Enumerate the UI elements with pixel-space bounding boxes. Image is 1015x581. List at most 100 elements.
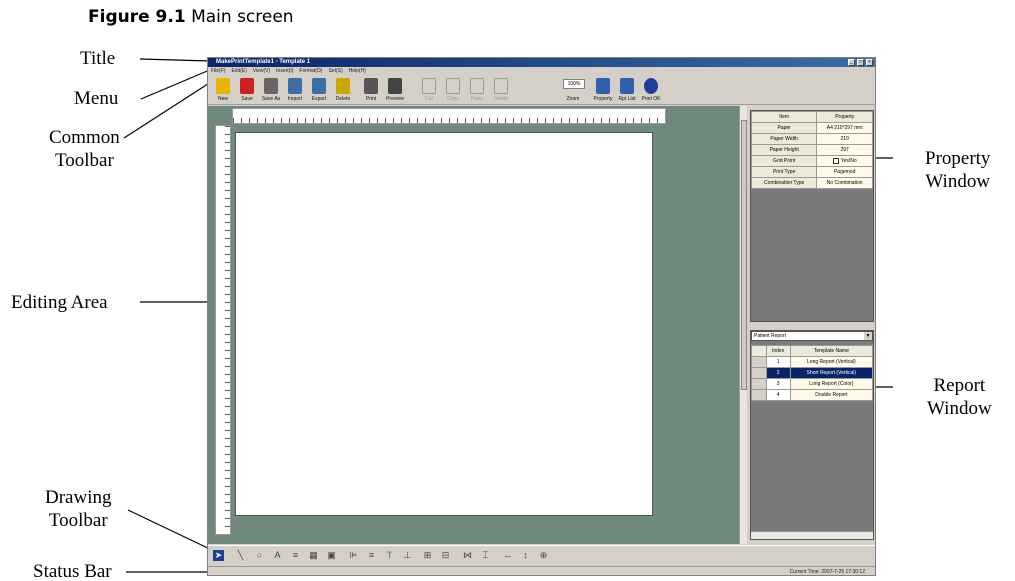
report-row[interactable]: 4 Double Report [751,389,874,401]
space-v-icon[interactable]: ↕ [520,550,531,561]
maximize-button[interactable]: □ [857,59,864,66]
drawing-toolbar: ➤ ╲ ○ A ≡ ▦ ▣ ⊫ ≡ ⊤ ⊥ ⊞ ⊟ ⋈ ⌶ ↔ ↕ ⊕ [208,545,875,565]
toolbar-button-14[interactable]: Rpt List [616,77,638,103]
editing-area[interactable] [208,106,739,544]
toolbar-button-8[interactable]: Cut [418,77,440,103]
report-index: 3 [765,378,791,390]
property-value[interactable]: Yes/No [816,155,873,167]
report-name: Short Report (Vertical) [789,367,874,379]
menu-item-1[interactable]: Edit(E) [231,67,246,75]
space-h-icon[interactable]: ↔ [502,550,513,561]
menu-item-3[interactable]: Insert(I) [276,67,293,75]
callout-common-toolbar-line2: Toolbar [54,150,114,171]
callout-drawing-toolbar-line1: Drawing [45,487,112,508]
toolbar-button-3[interactable]: Import [284,77,306,103]
property-value[interactable]: 297 [816,144,873,156]
menu-item-2[interactable]: View(V) [253,67,270,75]
callout-editing-area: Editing Area [11,292,108,313]
toolbar-button-2[interactable]: Save As [260,77,282,103]
pointer-icon[interactable]: ➤ [213,550,224,561]
property-header-item: Item [750,111,818,123]
field-icon[interactable]: ≡ [290,550,301,561]
property-item: Print Type [750,166,818,178]
report-header-gutter [751,345,767,357]
callout-menu: Menu [74,88,119,109]
line-icon[interactable]: ╲ [235,550,246,561]
property-row: Print Type Pagemod [750,166,873,178]
toolbar-button-13[interactable]: Property [592,77,614,103]
figure-title: Main screen [191,7,294,27]
toolbar-button-11[interactable]: Delete [490,77,512,103]
report-horizontal-scrollbar[interactable] [751,531,873,539]
callout-property-window-line2: Window [925,171,991,192]
template-page[interactable] [235,132,653,516]
property-value-text: 297 [840,147,849,153]
grid-point-checkbox[interactable] [832,157,839,164]
toolbar-button-5[interactable]: Delete [332,77,354,103]
toolbar-button-7[interactable]: Preview [384,77,406,103]
callout-property-window: Property Window [925,147,990,193]
align-bottom-icon[interactable]: ⊥ [402,550,413,561]
property-row: Paper A4 210*297 mm [750,122,873,134]
paste-icon [470,78,484,94]
chevron-down-icon[interactable]: ▼ [864,332,872,340]
ungroup-icon[interactable]: ⊟ [440,550,451,561]
align-left-icon[interactable]: ⊫ [348,550,359,561]
toolbar-button-12[interactable]: Zoom [562,77,584,103]
text-icon[interactable]: A [272,550,283,561]
property-item: Paper [750,122,818,134]
report-row[interactable]: 1 Long Report (Vertical) [751,356,874,368]
property-table: Item Property Paper A4 210*297 mm Paper Wi… [750,111,873,189]
menu-item-0[interactable]: File(F) [211,67,225,75]
picture-icon[interactable]: ▣ [326,550,337,561]
minimize-button[interactable]: _ [848,59,855,66]
report-index: 4 [765,389,791,401]
property-value-text: 210 [840,136,849,142]
scroll-thumb[interactable] [741,120,747,390]
toolbar-label-5: Delete [335,96,351,102]
property-item: Combination Type [750,177,818,189]
menu-item-6[interactable]: Help(H) [349,67,366,75]
center-icon[interactable]: ⊕ [538,550,549,561]
editing-vertical-scrollbar[interactable] [739,106,747,544]
magnifier-icon [388,78,402,94]
align-center-icon[interactable]: ≡ [366,550,377,561]
property-value[interactable]: No Combination [816,177,873,189]
same-width-icon[interactable]: ⋈ [462,550,473,561]
toolbar-button-9[interactable]: Copy [442,77,464,103]
toolbar-button-6[interactable]: Print [360,77,382,103]
callout-report-window: Report Window [927,374,992,420]
report-row[interactable]: 2 Short Report (Vertical) [751,367,874,379]
save-icon [240,78,254,94]
report-row[interactable]: 3 Long Report (Color) [751,378,874,390]
image-icon[interactable]: ▦ [308,550,319,561]
same-height-icon[interactable]: ⌶ [480,550,491,561]
property-row: Grid Point Yes/No [750,155,873,167]
property-header-value: Property [816,111,873,123]
property-value[interactable]: Pagemod [816,166,873,178]
property-item: Paper Width [750,133,818,145]
ellipse-icon[interactable]: ○ [254,550,265,561]
toolbar-button-0[interactable]: New [212,77,234,103]
close-button[interactable]: × [866,59,873,66]
property-value[interactable]: A4 210*297 mm [816,122,873,134]
property-row: Paper Height 297 [750,144,873,156]
report-name: Long Report (Color) [789,378,874,390]
property-icon [596,78,610,94]
menu-item-4[interactable]: Format(O) [299,67,322,75]
menu-bar: File(F) Edit(E) View(V) Insert(I) Format(O) S… [208,67,875,75]
toolbar-button-1[interactable]: Save [236,77,258,103]
property-value[interactable]: 210 [816,133,873,145]
toolbar-button-10[interactable]: Paste [466,77,488,103]
new-icon [216,78,230,94]
toolbar-button-4[interactable]: Export [308,77,330,103]
report-index: 1 [765,356,791,368]
group-icon[interactable]: ⊞ [422,550,433,561]
callout-report-window-line2: Window [927,398,992,419]
report-category-select[interactable]: Patient Report ▼ [751,331,873,341]
toolbar-button-15[interactable]: Print OK [640,77,662,103]
report-list-icon [620,78,634,94]
menu-item-5[interactable]: Set(S) [328,67,342,75]
align-top-icon[interactable]: ⊤ [384,550,395,561]
title-bar: MakePrintTemplate1 - Template 1 _ □ × [208,58,875,67]
